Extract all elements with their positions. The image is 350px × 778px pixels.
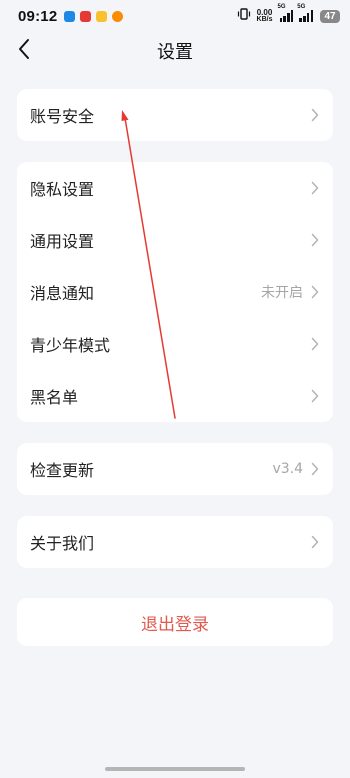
row-label: 青少年模式 [30, 336, 111, 355]
settings-row-blacklist[interactable]: 黑名单 [17, 370, 333, 422]
row-label: 隐私设置 [30, 180, 95, 199]
network-speed-unit: KB/s [256, 16, 273, 23]
network-speed: 0.00 KB/s [256, 8, 273, 24]
page-title: 设置 [157, 42, 193, 63]
notification-status: 未开启 [261, 285, 303, 301]
chevron-right-icon [311, 285, 319, 299]
logout-button[interactable]: 退出登录 [17, 598, 333, 646]
settings-row-notifications[interactable]: 消息通知 未开启 [17, 266, 333, 318]
settings-row-general[interactable]: 通用设置 [17, 214, 333, 266]
update-card: 检查更新 v3.4 [17, 443, 333, 495]
chevron-right-icon [311, 389, 319, 403]
blue-app-icon [64, 10, 76, 22]
signal-2-label: 5G [297, 4, 306, 10]
game-app-icon [112, 10, 124, 22]
account-card: 账号安全 [17, 89, 333, 141]
chevron-right-icon [311, 337, 319, 351]
yellow-app-icon [96, 10, 108, 22]
settings-card: 隐私设置 通用设置 消息通知 未开启 青少年模式 黑名单 [17, 162, 333, 422]
row-label: 通用设置 [30, 232, 95, 251]
settings-row-about[interactable]: 关于我们 [17, 516, 333, 568]
chevron-right-icon [311, 233, 319, 247]
row-label: 账号安全 [30, 107, 95, 126]
chevron-right-icon [311, 462, 319, 476]
version-label: v3.4 [272, 461, 303, 477]
status-right: 0.00 KB/s 5G 5G 47 [237, 4, 340, 24]
logout-card: 退出登录 [17, 598, 333, 646]
red-app-icon [80, 10, 92, 22]
settings-row-account-security[interactable]: 账号安全 [17, 89, 333, 141]
notification-icons [64, 10, 128, 22]
signal-icon-1: 5G [278, 4, 294, 22]
about-card: 关于我们 [17, 516, 333, 568]
row-label: 消息通知 [30, 284, 95, 303]
nav-bar: 设置 [0, 32, 350, 70]
row-label: 检查更新 [30, 461, 95, 480]
row-label: 关于我们 [30, 534, 95, 553]
signal-1-label: 5G [277, 4, 286, 10]
chevron-right-icon [311, 181, 319, 195]
row-label: 黑名单 [30, 388, 79, 407]
network-speed-value: 0.00 [256, 8, 273, 17]
vibrate-icon [237, 8, 251, 24]
signal-icon-2: 5G [297, 4, 313, 22]
status-bar: 09:12 0.00 KB/s 5G 5G 47 [0, 0, 350, 32]
chevron-right-icon [311, 108, 319, 122]
battery-icon: 47 [320, 9, 340, 23]
settings-row-teen-mode[interactable]: 青少年模式 [17, 318, 333, 370]
chevron-right-icon [311, 535, 319, 549]
settings-row-check-update[interactable]: 检查更新 v3.4 [17, 443, 333, 495]
settings-row-privacy[interactable]: 隐私设置 [17, 162, 333, 214]
status-time: 09:12 [18, 7, 58, 25]
home-indicator[interactable] [105, 767, 245, 771]
